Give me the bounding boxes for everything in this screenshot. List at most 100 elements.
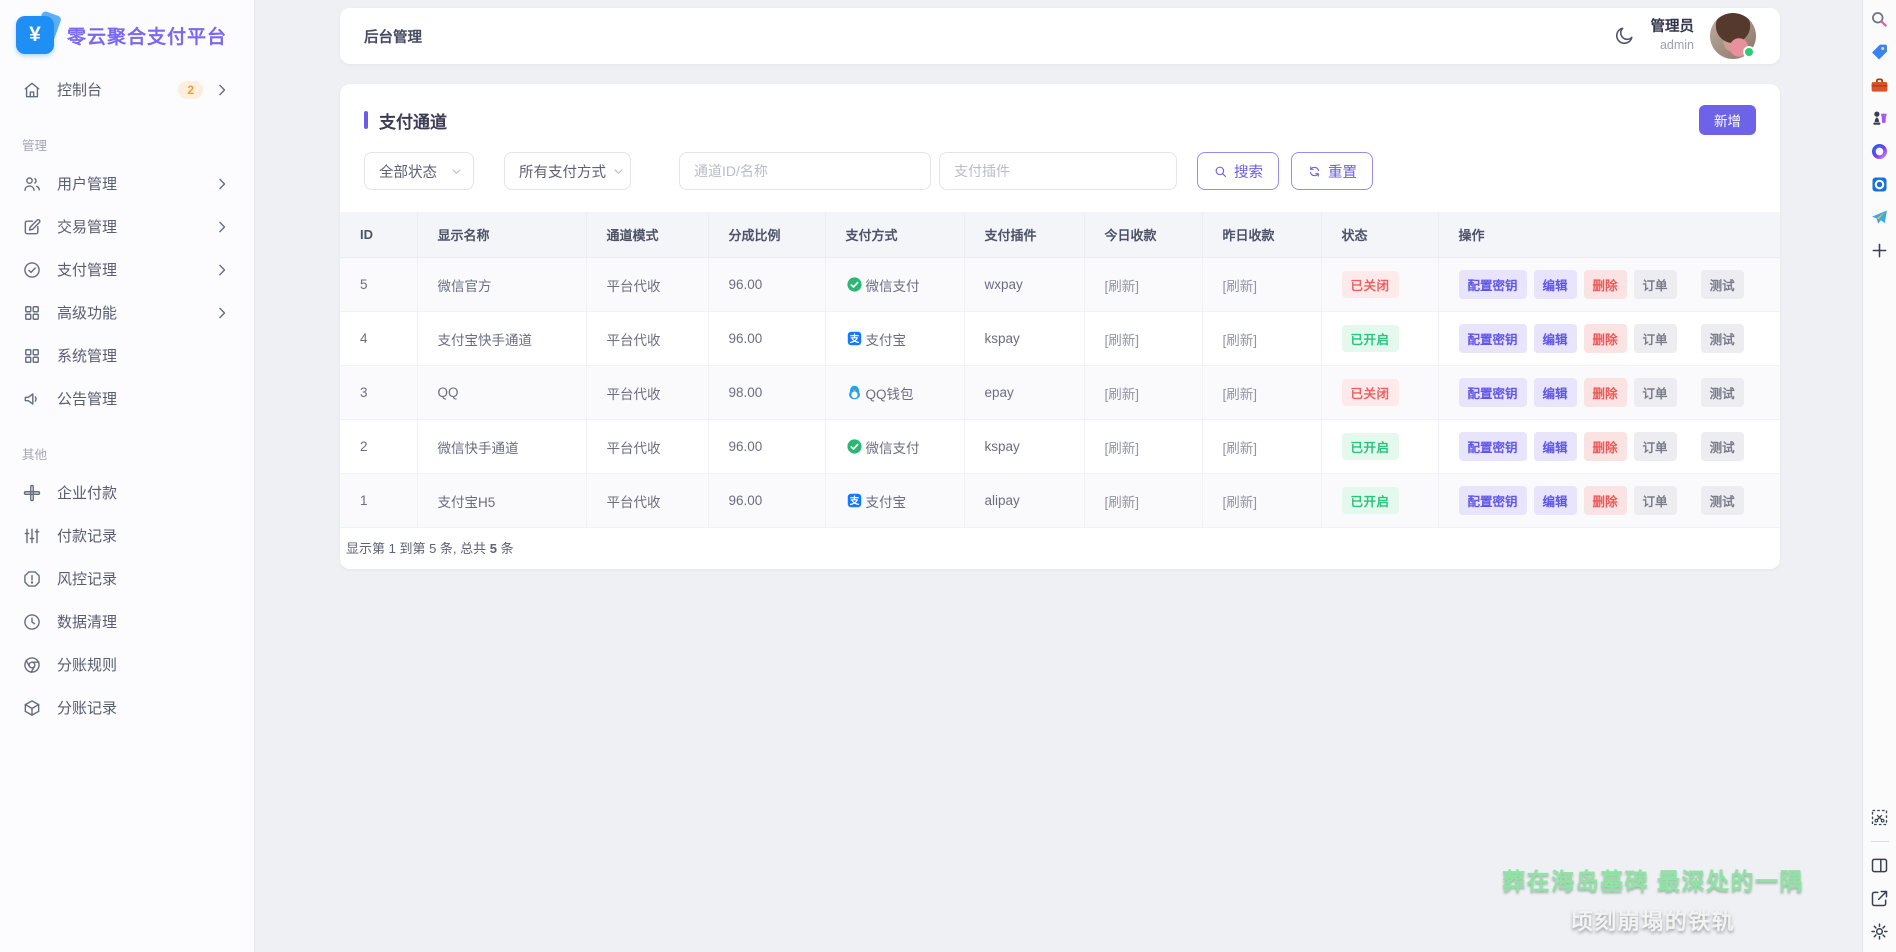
channel-id-input[interactable] bbox=[679, 152, 931, 190]
divider bbox=[1871, 841, 1889, 842]
wechat-pay-icon bbox=[846, 276, 863, 293]
sidebar-item[interactable]: 交易管理 bbox=[14, 205, 240, 248]
plugin-input[interactable] bbox=[939, 152, 1177, 190]
footer-text: 显示第 1 到第 5 条, 总共 bbox=[346, 541, 490, 556]
reset-button[interactable]: 重置 bbox=[1291, 152, 1373, 190]
sidebar-item[interactable]: 风控记录 bbox=[14, 557, 240, 600]
pay-method: 微信支付 bbox=[846, 275, 954, 295]
toolbox-icon[interactable] bbox=[1869, 75, 1890, 96]
table-footer: 显示第 1 到第 5 条, 总共 5 条 bbox=[340, 528, 1780, 561]
action-gray-button[interactable]: 测试 bbox=[1701, 432, 1744, 461]
table-row: 2微信快手通道平台代收96.00微信支付kspay[刷新][刷新]已开启配置密钥… bbox=[340, 420, 1780, 474]
action-purple-button[interactable]: 编辑 bbox=[1534, 378, 1577, 407]
sidebar-item[interactable]: 控制台2 bbox=[14, 68, 240, 111]
action-purple-button[interactable]: 配置密钥 bbox=[1459, 432, 1527, 461]
sidebar-item-label: 风控记录 bbox=[57, 568, 117, 589]
action-red-button[interactable]: 删除 bbox=[1584, 270, 1627, 299]
pay-method: 支支付宝 bbox=[846, 491, 954, 511]
alipay-icon: 支 bbox=[846, 330, 863, 347]
action-gray-button[interactable]: 订单 bbox=[1634, 378, 1677, 407]
status-select[interactable]: 全部状态 bbox=[364, 152, 474, 190]
action-gray-button[interactable]: 测试 bbox=[1701, 270, 1744, 299]
action-gray-button[interactable]: 测试 bbox=[1701, 324, 1744, 353]
refresh-link[interactable]: [刷新] bbox=[1223, 279, 1258, 294]
telegram-icon[interactable] bbox=[1869, 207, 1890, 228]
action-purple-button[interactable]: 配置密钥 bbox=[1459, 486, 1527, 515]
settings-icon[interactable] bbox=[1869, 921, 1890, 942]
cell-today-income: [刷新] bbox=[1084, 366, 1202, 420]
action-purple-button[interactable]: 配置密钥 bbox=[1459, 270, 1527, 299]
action-purple-button[interactable]: 配置密钥 bbox=[1459, 378, 1527, 407]
chess-icon[interactable] bbox=[1869, 108, 1890, 129]
action-red-button[interactable]: 删除 bbox=[1584, 324, 1627, 353]
table-row: 1支付宝H5平台代收96.00支支付宝alipay[刷新][刷新]已开启配置密钥… bbox=[340, 474, 1780, 528]
action-gray-button[interactable]: 订单 bbox=[1634, 486, 1677, 515]
action-purple-button[interactable]: 编辑 bbox=[1534, 432, 1577, 461]
refresh-link[interactable]: [刷新] bbox=[1105, 495, 1140, 510]
search-icon[interactable] bbox=[1869, 9, 1890, 30]
search-button[interactable]: 搜索 bbox=[1197, 152, 1279, 190]
snip-icon[interactable] bbox=[1869, 807, 1890, 828]
sidebar-item[interactable]: 高级功能 bbox=[14, 291, 240, 334]
add-button[interactable]: 新增 bbox=[1699, 105, 1756, 135]
home-icon bbox=[22, 80, 42, 100]
external-link-icon[interactable] bbox=[1869, 888, 1890, 909]
action-purple-button[interactable]: 编辑 bbox=[1534, 324, 1577, 353]
status-select-value: 全部状态 bbox=[379, 161, 437, 182]
sidebar-item-label: 高级功能 bbox=[57, 302, 117, 323]
sidebar-item[interactable]: 分账规则 bbox=[14, 643, 240, 686]
plus-icon[interactable] bbox=[1869, 240, 1890, 261]
footer-total: 5 bbox=[490, 541, 497, 556]
user-meta[interactable]: 管理员 admin bbox=[1651, 18, 1695, 53]
sidebar-item[interactable]: 企业付款 bbox=[14, 471, 240, 514]
method-select[interactable]: 所有支付方式 bbox=[504, 152, 631, 190]
action-purple-button[interactable]: 配置密钥 bbox=[1459, 324, 1527, 353]
sidebar-item[interactable]: 公告管理 bbox=[14, 377, 240, 420]
topbar-right: 管理员 admin bbox=[1613, 13, 1757, 59]
cell-status: 已关闭 bbox=[1321, 366, 1438, 420]
action-gray-button[interactable]: 测试 bbox=[1701, 378, 1744, 407]
action-gray-button[interactable]: 测试 bbox=[1701, 486, 1744, 515]
refresh-link[interactable]: [刷新] bbox=[1105, 333, 1140, 348]
alert-octagon-icon bbox=[22, 569, 42, 589]
action-gray-button[interactable]: 订单 bbox=[1634, 324, 1677, 353]
sidebar-item-extras bbox=[212, 174, 232, 194]
cell-yesterday-income: [刷新] bbox=[1202, 366, 1321, 420]
sidebar-item[interactable]: 分账记录 bbox=[14, 686, 240, 729]
refresh-link[interactable]: [刷新] bbox=[1105, 279, 1140, 294]
cell-pay-method: 支支付宝 bbox=[825, 474, 964, 528]
action-red-button[interactable]: 删除 bbox=[1584, 486, 1627, 515]
cell-display-name: 支付宝快手通道 bbox=[417, 312, 586, 366]
refresh-link[interactable]: [刷新] bbox=[1105, 387, 1140, 402]
wechat-pay-icon bbox=[846, 438, 863, 455]
refresh-link[interactable]: [刷新] bbox=[1105, 441, 1140, 456]
moon-icon[interactable] bbox=[1613, 25, 1635, 47]
refresh-link[interactable]: [刷新] bbox=[1223, 441, 1258, 456]
cell-yesterday-income: [刷新] bbox=[1202, 258, 1321, 312]
sidebar-item[interactable]: 付款记录 bbox=[14, 514, 240, 557]
sidebar-item-label: 用户管理 bbox=[57, 173, 117, 194]
refresh-link[interactable]: [刷新] bbox=[1223, 495, 1258, 510]
sidebar-item[interactable]: 支付管理 bbox=[14, 248, 240, 291]
action-red-button[interactable]: 删除 bbox=[1584, 432, 1627, 461]
avatar[interactable] bbox=[1710, 13, 1756, 59]
action-gray-button[interactable]: 订单 bbox=[1634, 432, 1677, 461]
action-purple-button[interactable]: 编辑 bbox=[1534, 270, 1577, 299]
sidebar-item[interactable]: 系统管理 bbox=[14, 334, 240, 377]
column-header: 昨日收款 bbox=[1202, 212, 1321, 258]
column-header: 显示名称 bbox=[417, 212, 586, 258]
split-view-icon[interactable] bbox=[1869, 855, 1890, 876]
strip-top bbox=[1869, 9, 1890, 261]
sidebar-item[interactable]: 数据清理 bbox=[14, 600, 240, 643]
action-red-button[interactable]: 删除 bbox=[1584, 378, 1627, 407]
refresh-link[interactable]: [刷新] bbox=[1223, 387, 1258, 402]
tag-icon[interactable] bbox=[1869, 42, 1890, 63]
cell-split-ratio: 96.00 bbox=[708, 474, 825, 528]
action-purple-button[interactable]: 编辑 bbox=[1534, 486, 1577, 515]
action-gray-button[interactable]: 订单 bbox=[1634, 270, 1677, 299]
sidebar-item[interactable]: 用户管理 bbox=[14, 162, 240, 205]
loop-icon[interactable] bbox=[1869, 141, 1890, 162]
refresh-link[interactable]: [刷新] bbox=[1223, 333, 1258, 348]
status-badge: 已开启 bbox=[1342, 325, 1399, 352]
outlook-icon[interactable] bbox=[1869, 174, 1890, 195]
